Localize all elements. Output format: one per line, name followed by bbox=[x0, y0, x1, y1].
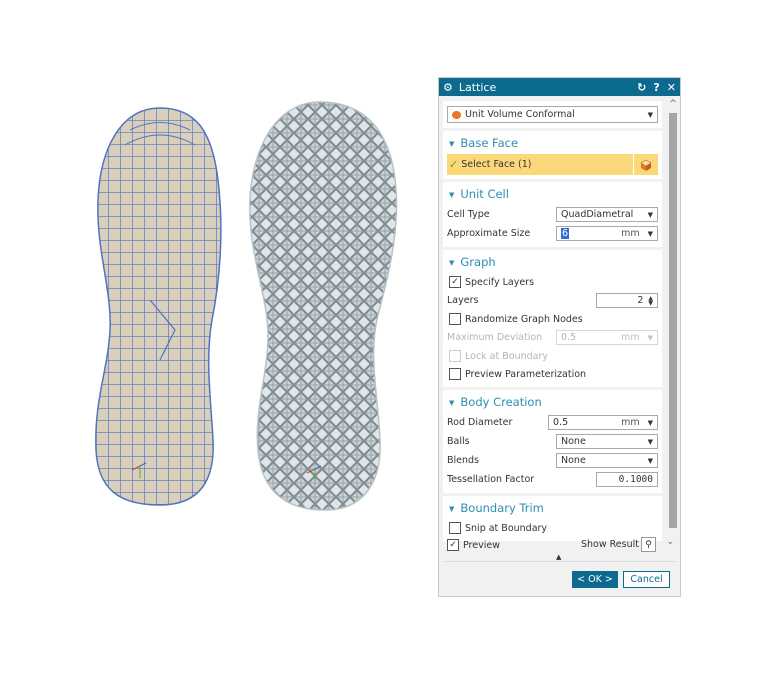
section-header-base-face[interactable]: ▼ Base Face bbox=[449, 136, 658, 150]
section-base-face: ▼ Base Face ✓ Select Face (1) bbox=[443, 131, 662, 179]
checkbox-icon bbox=[449, 522, 461, 534]
section-unit-cell: ▼ Unit Cell Cell Type QuadDiametral ▼ Appr… bbox=[443, 182, 662, 247]
preview-parameterization-checkbox[interactable]: Preview Parameterization bbox=[447, 365, 658, 383]
section-body-creation: ▼ Body Creation Rod Diameter 0.5 mm ▼ Balls… bbox=[443, 390, 662, 493]
checkbox-icon bbox=[449, 350, 461, 362]
face-selection-icon[interactable] bbox=[633, 154, 658, 175]
max-deviation-input: 0.5 mm ▼ bbox=[556, 330, 658, 345]
chevron-down-icon: ▼ bbox=[647, 437, 653, 446]
lattice-type-select[interactable]: Unit Volume Conformal ▼ bbox=[447, 106, 658, 123]
chevron-down-icon: ▼ bbox=[647, 456, 653, 465]
magnifier-icon[interactable]: ⚲ bbox=[641, 537, 656, 552]
spinner-arrows-icon[interactable]: ▲ ▼ bbox=[648, 295, 653, 306]
section-header-boundary-trim[interactable]: ▼ Boundary Trim bbox=[449, 501, 658, 515]
checkmark-icon: ✓ bbox=[449, 158, 459, 171]
layers-spinner[interactable]: 2 ▲ ▼ bbox=[596, 293, 658, 308]
footer-divider bbox=[443, 561, 676, 562]
tessellation-label: Tessellation Factor bbox=[447, 474, 535, 485]
lattice-insole-model[interactable] bbox=[240, 95, 410, 520]
section-header-graph[interactable]: ▼ Graph bbox=[449, 255, 658, 269]
approx-size-input[interactable]: 6 mm ▼ bbox=[556, 226, 658, 241]
section-header-unit-cell[interactable]: ▼ Unit Cell bbox=[449, 187, 658, 201]
balls-label: Balls bbox=[447, 436, 470, 447]
cancel-button[interactable]: Cancel bbox=[623, 571, 670, 588]
preview-checkbox[interactable]: ✓ Preview bbox=[445, 536, 500, 554]
chevron-down-icon: ▼ bbox=[647, 418, 653, 427]
max-deviation-label: Maximum Deviation bbox=[447, 332, 543, 343]
collapse-icon: ▼ bbox=[449, 399, 455, 407]
approx-size-label: Approximate Size bbox=[447, 228, 531, 239]
collapse-icon: ▼ bbox=[449, 505, 455, 513]
dialog-titlebar[interactable]: ⚙ Lattice ↻ ? ✕ bbox=[439, 78, 680, 96]
collapse-icon: ▼ bbox=[449, 191, 455, 199]
reset-icon[interactable]: ↻ bbox=[637, 81, 646, 94]
specify-layers-checkbox[interactable]: ✓ Specify Layers bbox=[447, 273, 658, 291]
collapse-up-icon[interactable]: ▲ bbox=[556, 553, 561, 561]
rod-diameter-input[interactable]: 0.5 mm ▼ bbox=[548, 415, 658, 430]
cell-type-label: Cell Type bbox=[447, 209, 490, 220]
ok-button[interactable]: < OK > bbox=[572, 571, 618, 588]
layers-label: Layers bbox=[447, 295, 479, 306]
randomize-nodes-checkbox[interactable]: Randomize Graph Nodes bbox=[447, 310, 658, 328]
expand-chevron-icon[interactable]: ⌄ bbox=[666, 537, 674, 547]
checkbox-icon bbox=[449, 313, 461, 325]
volume-icon bbox=[452, 110, 461, 119]
show-result-control[interactable]: Show Result ⚲ bbox=[581, 537, 656, 552]
section-header-body-creation[interactable]: ▼ Body Creation bbox=[449, 395, 658, 409]
select-face-row[interactable]: ✓ Select Face (1) bbox=[447, 154, 658, 175]
dialog-scrollbar[interactable]: ^ bbox=[666, 97, 680, 534]
mesh-insole-model[interactable] bbox=[90, 100, 230, 520]
collapse-icon: ▼ bbox=[449, 259, 455, 267]
help-button[interactable]: ? bbox=[653, 81, 659, 94]
dialog-footer: ✓ Preview Show Result ⚲ ⌄ ▲ < OK > Cancel bbox=[439, 534, 680, 596]
section-graph: ▼ Graph ✓ Specify Layers Layers 2 ▲ ▼ Random… bbox=[443, 250, 662, 387]
chevron-down-icon: ▼ bbox=[647, 110, 653, 119]
dialog-title: Lattice bbox=[458, 80, 497, 94]
chevron-down-icon: ▼ bbox=[647, 229, 653, 238]
checkbox-checked-icon: ✓ bbox=[449, 276, 461, 288]
rod-diameter-label: Rod Diameter bbox=[447, 417, 513, 428]
checkbox-icon bbox=[449, 368, 461, 380]
checkbox-checked-icon: ✓ bbox=[447, 539, 459, 551]
gear-icon: ⚙ bbox=[443, 80, 453, 94]
lattice-dialog: ⚙ Lattice ↻ ? ✕ Unit Volume Conformal ▼ … bbox=[438, 77, 681, 597]
balls-select[interactable]: None ▼ bbox=[556, 434, 658, 449]
chevron-down-icon: ▼ bbox=[647, 210, 653, 219]
chevron-down-icon: ▼ bbox=[647, 333, 653, 342]
scroll-up-icon[interactable]: ^ bbox=[666, 99, 680, 109]
blends-select[interactable]: None ▼ bbox=[556, 453, 658, 468]
blends-label: Blends bbox=[447, 455, 480, 466]
cell-type-select[interactable]: QuadDiametral ▼ bbox=[556, 207, 658, 222]
scrollbar-thumb[interactable] bbox=[669, 113, 677, 528]
close-button[interactable]: ✕ bbox=[667, 81, 676, 94]
collapse-icon: ▼ bbox=[449, 140, 455, 148]
tessellation-input[interactable]: 0.1000 bbox=[596, 472, 658, 487]
graphics-viewport[interactable] bbox=[0, 0, 430, 677]
lock-boundary-checkbox: Lock at Boundary bbox=[447, 347, 658, 365]
dialog-body: Unit Volume Conformal ▼ ▼ Base Face ✓ Sel… bbox=[439, 97, 666, 541]
